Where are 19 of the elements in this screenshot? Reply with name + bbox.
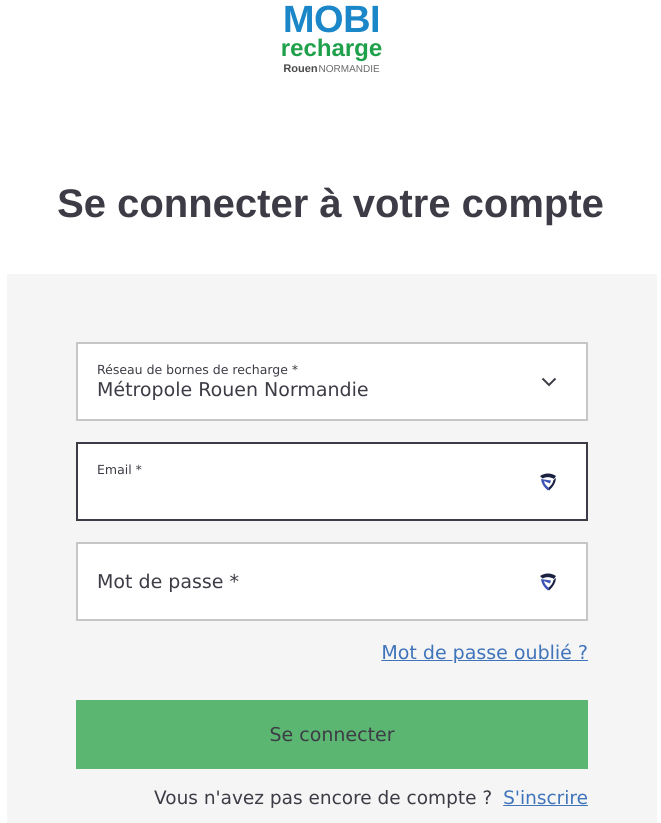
shield-icon[interactable]: [539, 572, 557, 591]
field-label: Réseau de bornes de recharge *: [97, 362, 300, 378]
chevron-down-icon: [541, 376, 557, 386]
logo-subtitle: recharge: [280, 38, 382, 60]
signup-prompt: Vous n'avez pas encore de compte ?: [154, 788, 492, 810]
logo-title: MOBI: [282, 2, 380, 38]
shield-icon[interactable]: [539, 472, 557, 491]
signup-link[interactable]: S'inscrire: [503, 788, 588, 810]
field-label: Email *: [97, 462, 143, 478]
logo-city: Rouen: [283, 62, 318, 76]
selected-value: Métropole Rouen Normandie: [97, 378, 370, 402]
page-title: Se connecter à votre compte: [56, 181, 605, 228]
select-field[interactable]: Réseau de bornes de recharge * Métropole Rouen Normandie: [76, 342, 588, 421]
field-label: Mot de passe *: [97, 570, 240, 594]
login-button[interactable]: Se connecter: [76, 700, 588, 769]
logo-region: NORMANDIE: [318, 63, 380, 77]
forgot-password-link[interactable]: Mot de passe oublié ?: [381, 642, 588, 664]
input-field[interactable]: Mot de passe *: [76, 542, 588, 621]
input-field[interactable]: Email *: [76, 442, 588, 521]
